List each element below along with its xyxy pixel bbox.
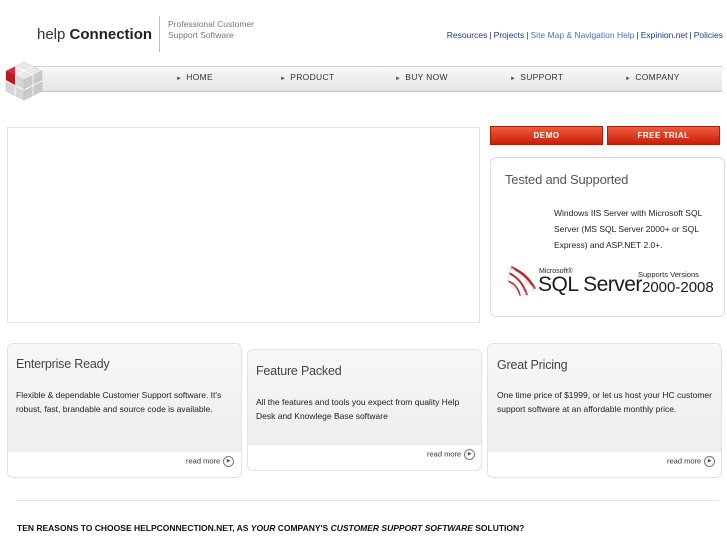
play-circle-icon: ▶: [464, 449, 476, 460]
feature-title: Great Pricing: [497, 358, 568, 372]
feature-text: Flexible & dependable Customer Support s…: [16, 390, 222, 414]
nav-support[interactable]: ► SUPPORT: [510, 72, 563, 82]
feature-title: Feature Packed: [256, 364, 342, 378]
arrow-right-icon: ►: [280, 76, 287, 82]
tested-supported-title: Tested and Supported: [505, 172, 629, 187]
play-circle-icon: ▶: [704, 456, 716, 467]
sql-server-logo-icon: [507, 265, 537, 297]
link-resources[interactable]: Resources: [447, 30, 488, 40]
arrow-right-icon: ►: [625, 76, 632, 82]
feature-text: All the features and tools you expect fr…: [256, 397, 460, 421]
read-more-link[interactable]: read more ▶: [667, 456, 716, 467]
site-tagline: Professional Customer Support Software: [168, 19, 254, 40]
sql-server-label: SQL Server: [538, 273, 642, 296]
demo-button[interactable]: DEMO: [490, 126, 603, 145]
read-more-link[interactable]: read more ▶: [427, 449, 476, 460]
nav-buy-now[interactable]: ► BUY NOW: [395, 72, 448, 82]
nav-company[interactable]: ► COMPANY: [625, 72, 680, 82]
link-site-map[interactable]: Site Map & Navigation Help: [531, 30, 635, 40]
cube-logo-icon: [5, 61, 43, 101]
tested-supported-text: Windows IIS Server with Microsoft SQL Se…: [554, 208, 703, 250]
feature-title: Enterprise Ready: [16, 357, 110, 371]
top-links: Resources | Projects | Site Map & Navigation…: [446, 30, 723, 40]
nav-home[interactable]: ► HOME: [176, 72, 213, 82]
ten-reasons-heading: TEN REASONS TO CHOOSE HELPCONNECTION.NET…: [17, 523, 525, 533]
logo-bold: Connection: [69, 26, 153, 43]
sql-supports-label: Supports Versions: [638, 270, 699, 279]
link-expinion[interactable]: Expinion.net: [641, 30, 688, 40]
arrow-right-icon: ►: [176, 76, 183, 82]
section-divider: [16, 500, 718, 501]
arrow-right-icon: ►: [510, 76, 517, 82]
main-banner-area: [7, 127, 480, 323]
nav-product[interactable]: ► PRODUCT: [280, 72, 334, 82]
free-trial-button[interactable]: FREE TRIAL: [607, 126, 720, 145]
sql-years-label: 2000-2008: [642, 279, 714, 296]
main-nav-bar: [22, 66, 722, 92]
link-projects[interactable]: Projects: [494, 30, 525, 40]
arrow-right-icon: ►: [395, 76, 402, 82]
read-more-link[interactable]: read more ▶: [186, 456, 235, 467]
logo-divider: [159, 16, 160, 52]
logo-light: help: [37, 26, 70, 43]
site-logo[interactable]: help Connection: [37, 26, 152, 43]
feature-text: One time price of $1999, or let us host …: [497, 390, 712, 414]
play-circle-icon: ▶: [223, 456, 235, 467]
link-policies[interactable]: Policies: [694, 30, 723, 40]
